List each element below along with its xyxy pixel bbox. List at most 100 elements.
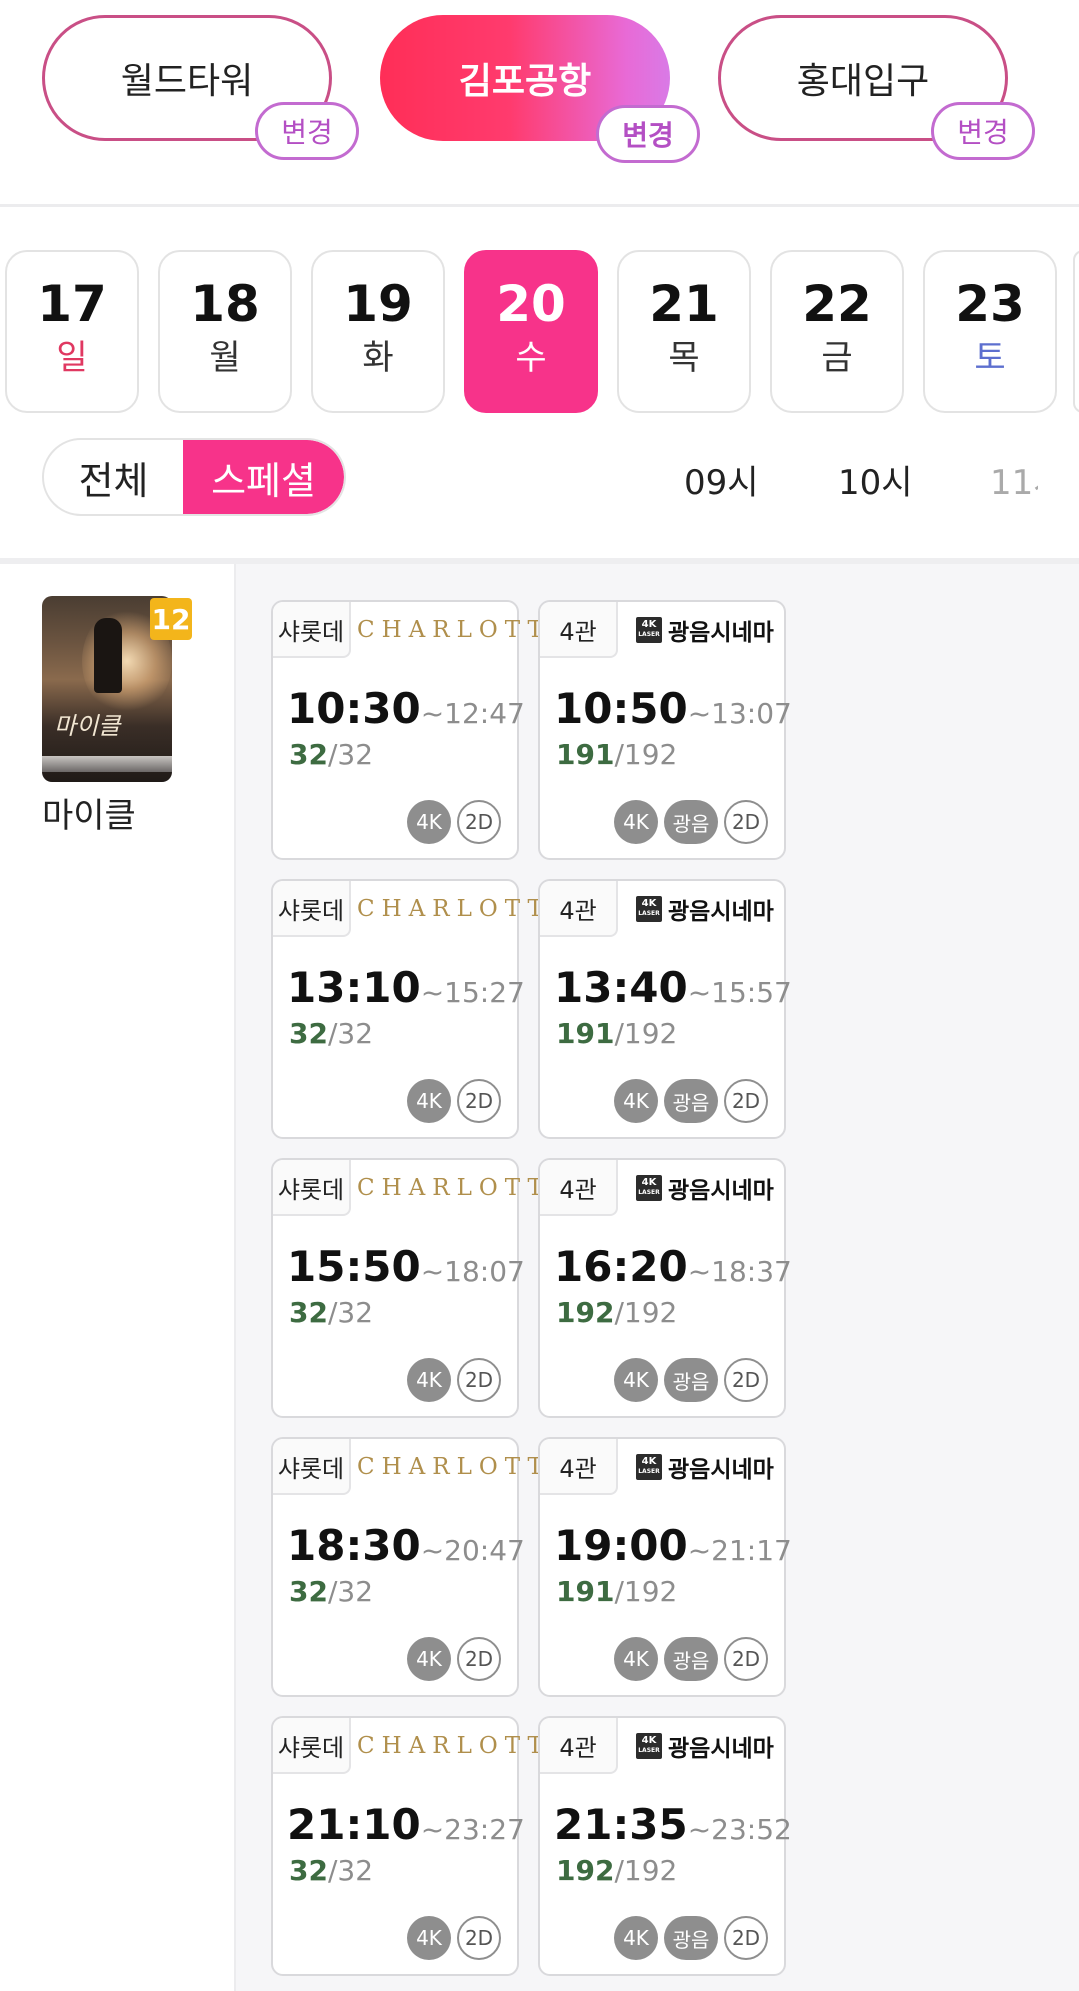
seat-count: 192/192: [556, 1854, 677, 1887]
date-item[interactable]: 22 금: [770, 250, 904, 413]
showtime-card[interactable]: 4관 4K LASER 광음시네마 19:00~21:17 191/192 4K 광음 2D: [538, 1437, 792, 1697]
seat-count: 32/32: [289, 738, 373, 771]
date-item[interactable]: 17 일: [5, 250, 139, 413]
date-item[interactable]: 23 토: [923, 250, 1057, 413]
showtime: 21:35~23:52: [554, 1800, 792, 1849]
hall-label: 4관: [540, 602, 618, 658]
type-filter-toggle: 전체 스페셜: [42, 438, 346, 516]
total-seats: /192: [614, 1575, 678, 1608]
filter-all-button[interactable]: 전체: [44, 440, 183, 514]
date-item-partial[interactable]: [1073, 250, 1079, 413]
hour-chip[interactable]: 11시: [990, 455, 1038, 504]
format-tag-2d: 2D: [457, 1916, 501, 1960]
showtime: 15:50~18:07: [287, 1242, 525, 1291]
start-time: 16:20: [554, 1242, 688, 1291]
poster-figure: [94, 618, 122, 693]
brand-name: 광음시네마: [668, 620, 774, 646]
total-seats: /32: [327, 1017, 374, 1050]
showtime-card[interactable]: 샤롯데 CHARLOTTE 13:10~15:27 32/32 4K 2D: [271, 879, 567, 1139]
available-seats: 32: [289, 1854, 328, 1887]
showtime-card[interactable]: 4관 4K LASER 광음시네마 10:50~13:07 191/192 4K 광음 2D: [538, 600, 792, 860]
laser-4k-icon: 4K LASER: [636, 1454, 662, 1480]
hall-label: 4관: [540, 1718, 618, 1774]
change-button[interactable]: 변경: [596, 105, 700, 163]
total-seats: /192: [614, 738, 678, 771]
brand-name: 광음시네마: [668, 1457, 774, 1483]
seat-count: 191/192: [556, 1017, 677, 1050]
end-time: ~23:27: [420, 1813, 525, 1846]
brand-laser-cinema: 4K LASER 광음시네마: [636, 612, 774, 648]
hour-chip[interactable]: 09시: [684, 455, 759, 504]
date-weekday: 토: [974, 338, 1006, 378]
start-time: 15:50: [287, 1242, 421, 1291]
showtime-card[interactable]: 4관 4K LASER 광음시네마 16:20~18:37 192/192 4K 광음 2D: [538, 1158, 792, 1418]
date-number: 23: [955, 275, 1025, 333]
laser-4k-icon: 4K LASER: [636, 617, 662, 643]
brand-laser-cinema: 4K LASER 광음시네마: [636, 891, 774, 927]
divider: [0, 204, 1079, 207]
brand-laser-cinema: 4K LASER 광음시네마: [636, 1449, 774, 1485]
start-time: 10:30: [287, 684, 421, 733]
showtime: 10:30~12:47: [287, 684, 525, 733]
start-time: 13:10: [287, 963, 421, 1012]
hour-chip[interactable]: 10시: [838, 455, 913, 504]
poster-stage: [42, 756, 172, 772]
format-tag-sound: 광음: [664, 800, 718, 844]
format-tags: 4K 광음 2D: [614, 1358, 768, 1402]
format-tag-4k: 4K: [407, 1637, 451, 1681]
showtime: 18:30~20:47: [287, 1521, 525, 1570]
showtime-card[interactable]: 샤롯데 CHARLOTTE 18:30~20:47 32/32 4K 2D: [271, 1437, 567, 1697]
brand-name: 광음시네마: [668, 899, 774, 925]
format-tag-2d: 2D: [457, 1079, 501, 1123]
total-seats: /192: [614, 1296, 678, 1329]
format-tags: 4K 2D: [407, 1916, 501, 1960]
format-tag-sound: 광음: [664, 1637, 718, 1681]
change-button[interactable]: 변경: [255, 102, 359, 160]
date-weekday: 화: [362, 338, 394, 378]
format-tag-4k: 4K: [614, 1637, 658, 1681]
showtime: 10:50~13:07: [554, 684, 792, 733]
poster-title: 마이클: [54, 712, 121, 740]
hall-label: 샤롯데: [273, 1439, 351, 1495]
showtime-card[interactable]: 샤롯데 CHARLOTTE 15:50~18:07 32/32 4K 2D: [271, 1158, 567, 1418]
format-tag-4k: 4K: [407, 1916, 451, 1960]
showtime-card[interactable]: 4관 4K LASER 광음시네마 21:35~23:52 192/192 4K 광음 2D: [538, 1716, 792, 1976]
date-number: 19: [343, 275, 413, 333]
date-item[interactable]: 21 목: [617, 250, 751, 413]
theater-name: 김포공항: [458, 61, 592, 102]
movie-title: 마이클: [42, 796, 136, 836]
date-weekday: 금: [821, 338, 853, 378]
format-tag-sound: 광음: [664, 1358, 718, 1402]
end-time: ~18:37: [687, 1255, 792, 1288]
showtime: 13:40~15:57: [554, 963, 792, 1012]
theater-pill-gimpo[interactable]: 김포공항 변경: [380, 15, 700, 163]
hall-label: 샤롯데: [273, 1160, 351, 1216]
theater-pill-hongdae[interactable]: 홍대입구 변경: [718, 15, 1035, 160]
total-seats: /32: [327, 738, 374, 771]
showtime-card[interactable]: 샤롯데 CHARLOTTE 10:30~12:47 32/32 4K 2D: [271, 600, 567, 860]
end-time: ~12:47: [420, 697, 525, 730]
format-tags: 4K 광음 2D: [614, 1916, 768, 1960]
date-item-selected[interactable]: 20 수: [464, 250, 598, 413]
hall-label: 4관: [540, 1160, 618, 1216]
available-seats: 192: [556, 1854, 615, 1887]
filter-special-button[interactable]: 스페셜: [183, 440, 344, 514]
laser-4k-icon: 4K LASER: [636, 896, 662, 922]
total-seats: /32: [327, 1854, 374, 1887]
seat-count: 32/32: [289, 1575, 373, 1608]
hall-label: 샤롯데: [273, 881, 351, 937]
change-button[interactable]: 변경: [931, 102, 1035, 160]
total-seats: /192: [614, 1017, 678, 1050]
showtime: 16:20~18:37: [554, 1242, 792, 1291]
available-seats: 191: [556, 1575, 615, 1608]
showtime-card[interactable]: 4관 4K LASER 광음시네마 13:40~15:57 191/192 4K 광음 2D: [538, 879, 792, 1139]
age-rating-badge: 12: [150, 598, 192, 640]
date-item[interactable]: 18 월: [158, 250, 292, 413]
available-seats: 32: [289, 738, 328, 771]
theater-pill-worldtower[interactable]: 월드타워 변경: [42, 15, 359, 160]
date-weekday: 목: [668, 338, 700, 378]
seat-count: 191/192: [556, 1575, 677, 1608]
hall-label: 샤롯데: [273, 1718, 351, 1774]
date-item[interactable]: 19 화: [311, 250, 445, 413]
showtime-card[interactable]: 샤롯데 CHARLOTTE 21:10~23:27 32/32 4K 2D: [271, 1716, 567, 1976]
